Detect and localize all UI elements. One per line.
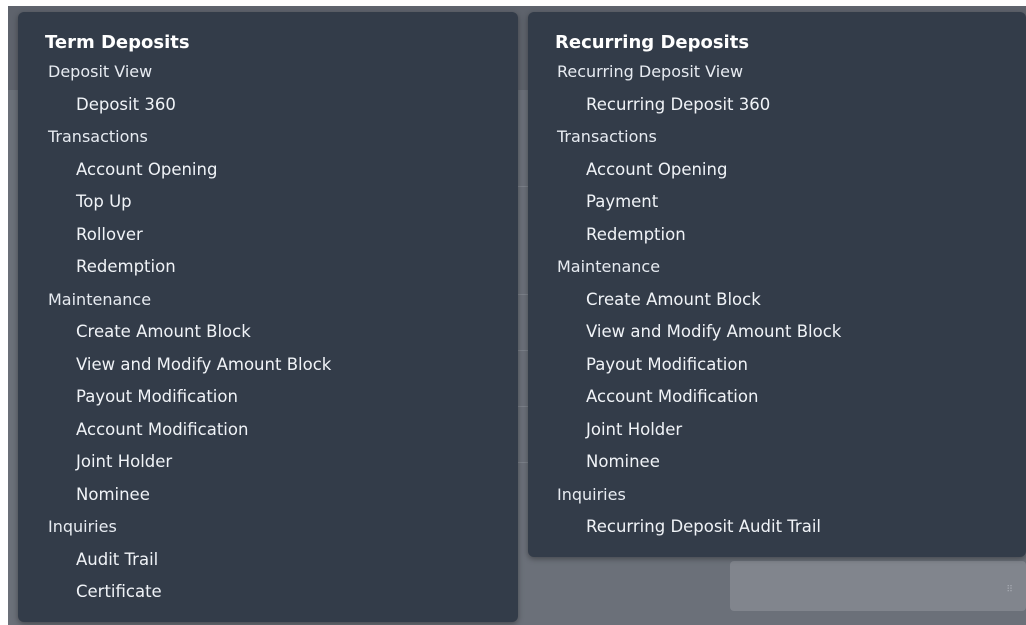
menu-item-recurring-deposit-360[interactable]: Recurring Deposit 360 [586, 89, 1026, 122]
menu-item-joint-holder[interactable]: Joint Holder [586, 414, 1026, 447]
group-maintenance: Maintenance [48, 289, 152, 309]
group-transactions: Transactions [48, 127, 148, 146]
menu-item-create-amount-block[interactable]: Create Amount Block [76, 316, 518, 349]
menu-item-redemption[interactable]: Redemption [586, 219, 1026, 252]
menu-item-certificate[interactable]: Certificate [76, 576, 518, 609]
menu-item-nominee[interactable]: Nominee [586, 446, 1026, 479]
menu-item-nominee[interactable]: Nominee [76, 479, 518, 512]
menu-item-payout-modification[interactable]: Payout Modification [586, 349, 1026, 382]
background-card: ⠿ [730, 561, 1026, 611]
group-maintenance: Maintenance [557, 257, 661, 276]
menu-item-recurring-deposit-audit-trail[interactable]: Recurring Deposit Audit Trail [586, 511, 1026, 544]
menu-item-view-modify-amount-block[interactable]: View and Modify Amount Block [76, 349, 518, 382]
recurring-deposits-title: Recurring Deposits [555, 32, 750, 53]
menu-item-payout-modification[interactable]: Payout Modification [76, 381, 518, 414]
menu-item-account-modification[interactable]: Account Modification [586, 381, 1026, 414]
menu-item-account-opening[interactable]: Account Opening [586, 154, 1026, 187]
menu-item-audit-trail[interactable]: Audit Trail [76, 544, 518, 577]
menu-item-account-modification[interactable]: Account Modification [76, 414, 518, 447]
group-deposit-view: Deposit View [48, 62, 153, 81]
menu-item-view-modify-amount-block[interactable]: View and Modify Amount Block [586, 316, 1026, 349]
menu-item-account-opening[interactable]: Account Opening [76, 154, 518, 187]
menu-item-payment[interactable]: Payment [586, 186, 1026, 219]
term-deposits-menu: Term Deposits Deposit View Deposit 360 T… [18, 12, 518, 622]
recurring-deposits-menu: Recurring Deposits Recurring Deposit Vie… [528, 12, 1026, 557]
menu-item-create-amount-block[interactable]: Create Amount Block [586, 284, 1026, 317]
group-transactions: Transactions [557, 127, 657, 146]
menu-item-joint-holder[interactable]: Joint Holder [76, 446, 518, 479]
menu-item-rollover[interactable]: Rollover [76, 219, 518, 252]
term-deposits-title: Term Deposits [45, 32, 190, 53]
menu-item-top-up[interactable]: Top Up [76, 186, 518, 219]
menu-item-deposit-360[interactable]: Deposit 360 [76, 89, 518, 122]
drag-grip-icon: ⠿ [1006, 585, 1014, 595]
group-recurring-deposit-view: Recurring Deposit View [557, 62, 744, 81]
menu-item-redemption[interactable]: Redemption [76, 251, 518, 284]
group-inquiries: Inquiries [48, 517, 117, 536]
group-inquiries: Inquiries [557, 484, 626, 504]
